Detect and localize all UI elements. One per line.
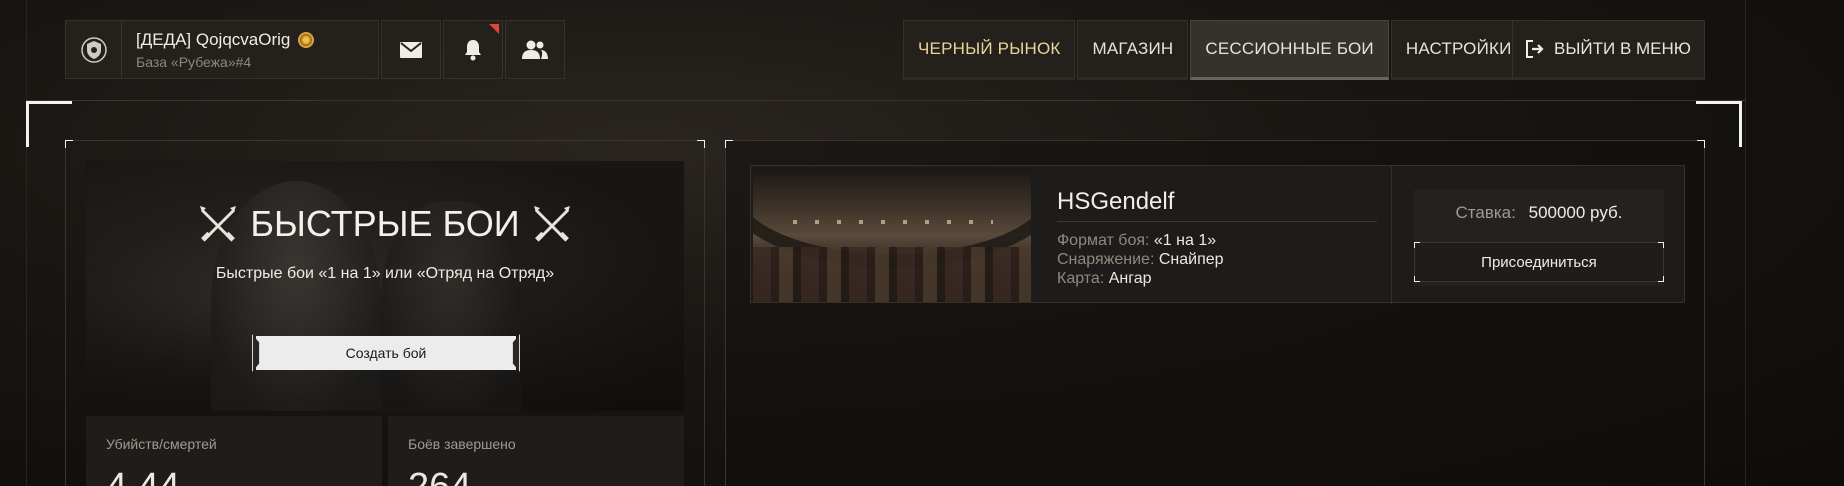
divider (1391, 166, 1392, 304)
quick-battles-panel: БЫСТРЫЕ БОИ Быстрые бои «1 на 1» или «От… (65, 140, 705, 486)
lobby-format: Формат боя: «1 на 1» (1057, 232, 1216, 250)
stake: Ставка: 500000 руб. (1414, 203, 1664, 223)
join-button-label: Присоединиться (1481, 253, 1597, 271)
main-nav: ЧЕРНЫЙ РЫНОК МАГАЗИН СЕССИОННЫЕ БОИ НАСТ… (903, 20, 1529, 80)
notifications-button[interactable] (443, 20, 503, 79)
divider (1057, 221, 1377, 222)
quick-battles-banner: БЫСТРЫЕ БОИ Быстрые бои «1 на 1» или «От… (86, 161, 684, 411)
exit-to-menu-label: ВЫЙТИ В МЕНЮ (1554, 39, 1691, 58)
quick-battles-subtitle: Быстрые бои «1 на 1» или «Отряд на Отряд… (215, 265, 555, 282)
quick-battles-title: БЫСТРЫЕ БОИ (250, 203, 520, 244)
map-thumbnail (753, 168, 1031, 302)
button-cap-left (252, 334, 260, 372)
hangar-floor (753, 247, 1031, 302)
base-name: База «Рубежа»#4 (136, 53, 252, 70)
lobby-host-name: HSGendelf (1057, 188, 1175, 215)
panel-corner (697, 140, 705, 148)
lobby-map: Карта: Ангар (1057, 270, 1152, 288)
stat-value: 4.44 (106, 466, 180, 486)
exit-icon (1526, 40, 1544, 58)
stake-value: 500000 руб. (1528, 203, 1623, 222)
frame-line-right (1745, 0, 1746, 486)
create-battle-label: Создать бой (345, 345, 427, 361)
notification-indicator (489, 24, 499, 34)
button-corner (1658, 242, 1664, 248)
shield-icon (66, 21, 122, 78)
player-name: [ДЕДА] QojqcvaOrig (136, 29, 291, 49)
stake-label: Ставка: (1455, 203, 1516, 222)
frame-line-top (26, 100, 1746, 101)
hangar-lights (793, 220, 993, 224)
stat-kd: Убийств/смертей 4.44 (86, 416, 382, 486)
stat-label: Боёв завершено (408, 436, 516, 452)
top-bar: [ДЕДА] QojqcvaOrig База «Рубежа»#4 (65, 20, 565, 80)
panel-corner (725, 140, 733, 148)
create-battle-button[interactable]: Создать бой (252, 334, 520, 372)
format-value: «1 на 1» (1153, 232, 1217, 249)
join-button[interactable]: Присоединиться (1414, 242, 1664, 282)
format-label: Формат боя: (1057, 232, 1150, 249)
exit-to-menu-button[interactable]: ВЫЙТИ В МЕНЮ (1512, 20, 1705, 80)
button-corner (1414, 242, 1420, 248)
mail-icon (400, 41, 422, 58)
crossed-rifles-icon (200, 206, 237, 242)
friends-button[interactable] (505, 20, 565, 79)
lobby-card: HSGendelf Формат боя: «1 на 1» Снаряжени… (750, 165, 1685, 304)
nav-black-market[interactable]: ЧЕРНЫЙ РЫНОК (903, 20, 1076, 80)
stat-label: Убийств/смертей (106, 436, 217, 452)
lobby-list-panel: HSGendelf Формат боя: «1 на 1» Снаряжени… (725, 140, 1705, 486)
player-profile[interactable]: [ДЕДА] QojqcvaOrig База «Рубежа»#4 (65, 20, 379, 79)
nav-shop[interactable]: МАГАЗИН (1077, 20, 1189, 80)
stat-value: 264 (408, 466, 471, 486)
panel-corner (65, 140, 73, 148)
bell-icon (465, 39, 481, 60)
friends-icon (522, 40, 548, 59)
button-cap-right (512, 334, 520, 372)
stat-battles-completed: Боёв завершено 264 (388, 416, 684, 486)
map-label: Карта: (1057, 270, 1105, 287)
button-corner (1414, 276, 1420, 282)
stake-box: Ставка: 500000 руб. Присоединиться (1414, 190, 1664, 286)
crossed-rifles-icon (533, 206, 570, 242)
button-corner (1658, 276, 1664, 282)
nav-session-battles[interactable]: СЕССИОННЫЕ БОИ (1190, 20, 1389, 80)
rank-badge-icon (298, 31, 315, 48)
equipment-label: Снаряжение: (1057, 251, 1155, 268)
frame-line-left (26, 0, 27, 486)
panel-corner (1697, 140, 1705, 148)
lobby-equipment: Снаряжение: Снайпер (1057, 251, 1224, 269)
nav-settings[interactable]: НАСТРОЙКИ (1390, 20, 1527, 80)
map-value: Ангар (1108, 270, 1152, 287)
equipment-value: Снайпер (1158, 251, 1224, 268)
mail-button[interactable] (381, 20, 441, 79)
